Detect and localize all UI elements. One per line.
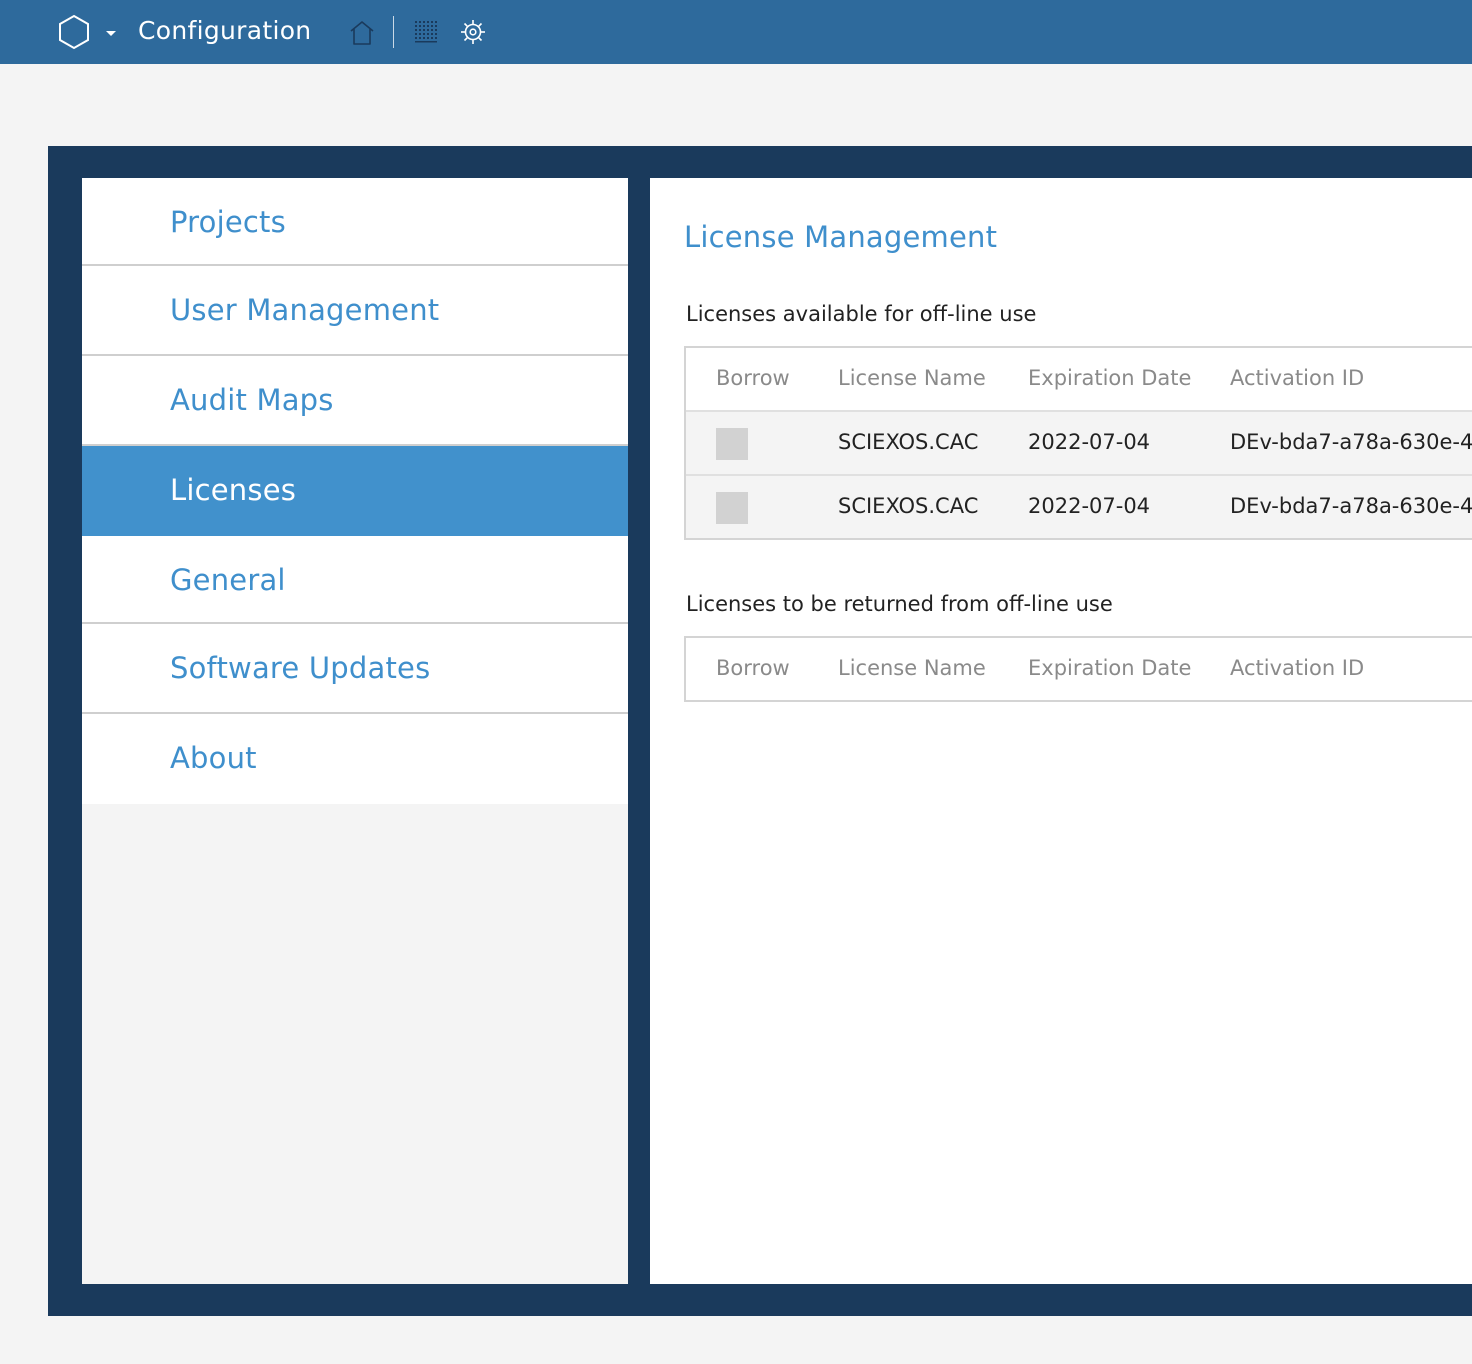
borrow-checkbox[interactable] (716, 428, 748, 460)
column-header-expiration-date[interactable]: Expiration Date (1028, 366, 1191, 390)
sidebar-item-label: General (170, 563, 286, 597)
sidebar-item-label: About (170, 741, 257, 775)
caret-down-icon[interactable] (102, 24, 120, 42)
license-name-cell: SCIEXOS.CAC (838, 430, 979, 454)
column-header-license-name[interactable]: License Name (838, 366, 986, 390)
sidebar-item-general[interactable]: General (82, 536, 628, 624)
page-title: License Management (684, 220, 998, 254)
expiration-date-cell: 2022-07-04 (1028, 430, 1151, 454)
sidebar-item-label: Software Updates (170, 651, 431, 685)
borrow-checkbox[interactable] (716, 492, 748, 524)
sidebar-item-label: Projects (170, 205, 286, 239)
sidebar-item-software-updates[interactable]: Software Updates (82, 624, 628, 714)
toolbar-divider (393, 16, 394, 48)
column-header-borrow[interactable]: Borrow (716, 366, 790, 390)
table-row[interactable]: SCIEXOS.CAC 2022-07-04 DEv-bda7-a78a-630… (686, 410, 1472, 474)
top-bar: Configuration (0, 0, 1472, 64)
column-header-activation-id[interactable]: Activation ID (1230, 656, 1364, 680)
returned-licenses-heading: Licenses to be returned from off-line us… (686, 592, 1113, 616)
license-name-cell: SCIEXOS.CAC (838, 494, 979, 518)
sidebar-item-user-management[interactable]: User Management (82, 266, 628, 356)
sidebar: Projects User Management Audit Maps Lice… (82, 178, 628, 1284)
grid-icon[interactable] (410, 16, 442, 48)
column-header-expiration-date[interactable]: Expiration Date (1028, 656, 1191, 680)
table-row[interactable]: SCIEXOS.CAC 2022-07-04 DEv-bda7-a78a-630… (686, 474, 1472, 538)
content-panel: License Management Licenses available fo… (650, 178, 1472, 1284)
home-icon[interactable] (346, 16, 378, 48)
sidebar-item-licenses[interactable]: Licenses (82, 446, 628, 536)
sidebar-item-label: Licenses (170, 473, 297, 507)
app-title: Configuration (138, 16, 312, 45)
sidebar-item-projects[interactable]: Projects (82, 178, 628, 266)
returned-licenses-table: Borrow License Name Expiration Date Acti… (684, 636, 1472, 702)
table-header: Borrow License Name Expiration Date Acti… (686, 638, 1472, 700)
sidebar-item-label: Audit Maps (170, 383, 334, 417)
gear-icon[interactable] (457, 16, 489, 48)
expiration-date-cell: 2022-07-04 (1028, 494, 1151, 518)
available-licenses-heading: Licenses available for off-line use (686, 302, 1037, 326)
table-header: Borrow License Name Expiration Date Acti… (686, 348, 1472, 410)
sidebar-item-about[interactable]: About (82, 714, 628, 804)
column-header-borrow[interactable]: Borrow (716, 656, 790, 680)
column-header-license-name[interactable]: License Name (838, 656, 986, 680)
sidebar-item-audit-maps[interactable]: Audit Maps (82, 356, 628, 446)
activation-id-cell: DEv-bda7-a78a-630e-4 (1230, 430, 1472, 454)
available-licenses-table: Borrow License Name Expiration Date Acti… (684, 346, 1472, 540)
hexagon-logo-icon[interactable] (57, 14, 91, 50)
sidebar-item-label: User Management (170, 293, 440, 327)
column-header-activation-id[interactable]: Activation ID (1230, 366, 1364, 390)
activation-id-cell: DEv-bda7-a78a-630e-4 (1230, 494, 1472, 518)
